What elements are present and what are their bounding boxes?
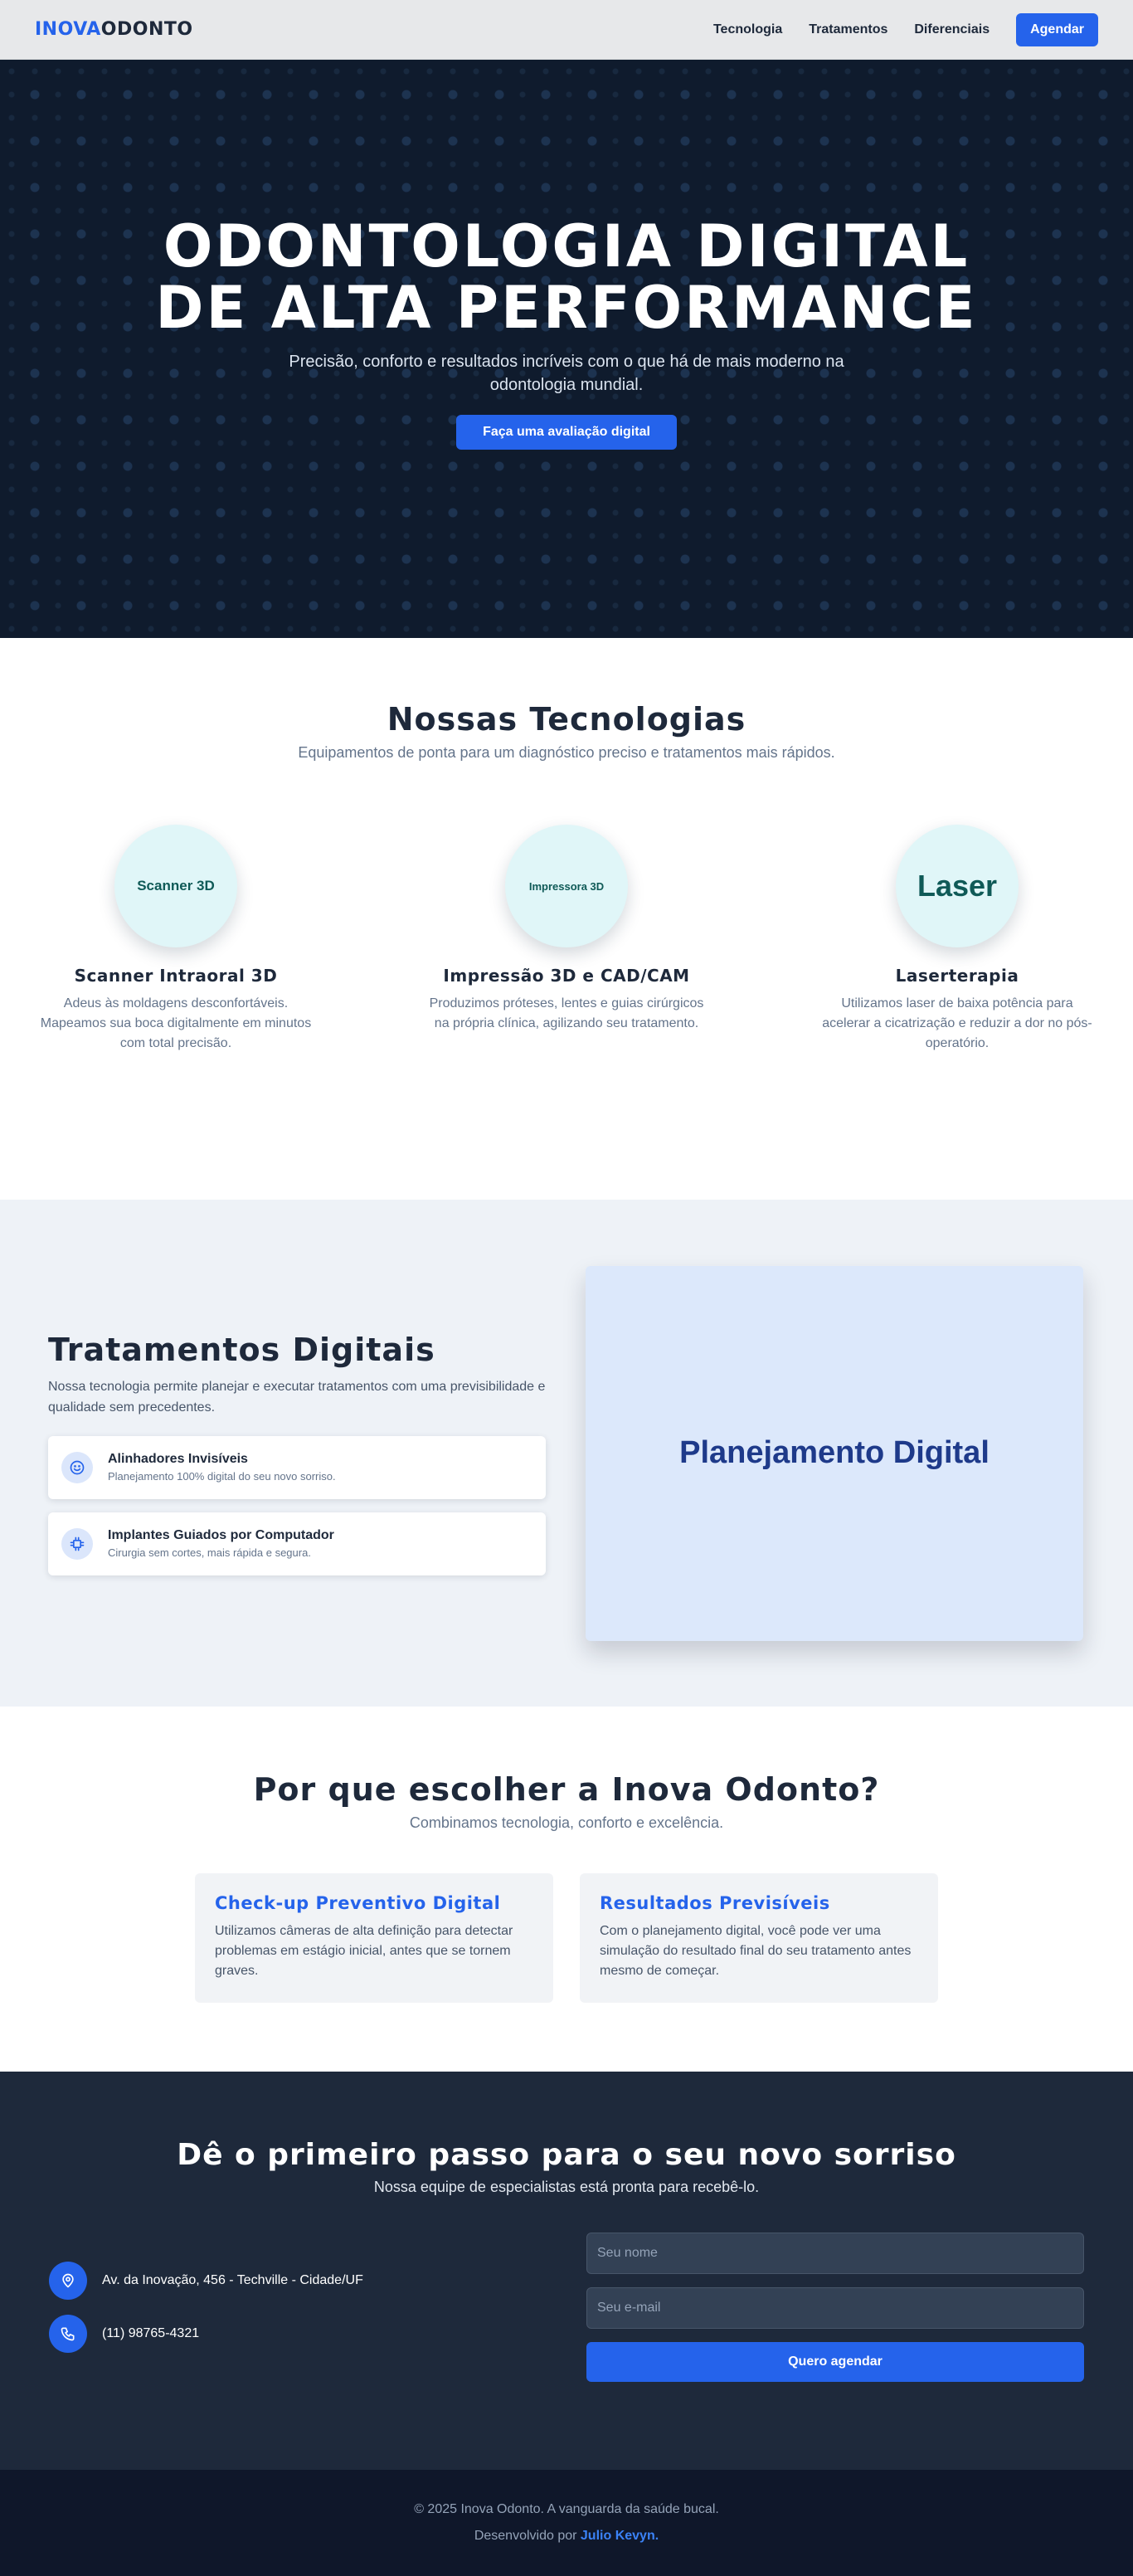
footer-copyright: © 2025 Inova Odonto. A vanguarda da saúd…	[414, 2502, 719, 2516]
contact-grid: Av. da Inovação, 456 - Techville - Cidad…	[0, 2233, 1133, 2382]
nav-link-diferenciais[interactable]: Diferenciais	[914, 22, 990, 37]
tech-item-description: Utilizamos laser de baixa potência para …	[822, 996, 1092, 1050]
contact-title: Dê o primeiro passo para o seu novo sorr…	[177, 2138, 956, 2172]
tech-item-laser: Laser Laserterapia Utilizamos laser de b…	[816, 825, 1098, 1054]
treatment-card-text: Alinhadores Invisíveis Planejamento 100%…	[108, 1452, 336, 1483]
nav-link-tecnologia[interactable]: Tecnologia	[713, 22, 782, 37]
why-choose-subtitle: Combinamos tecnologia, conforto e excelê…	[409, 1814, 724, 1831]
appointment-form: Quero agendar	[586, 2233, 1084, 2382]
contact-info: Av. da Inovação, 456 - Techville - Cidad…	[49, 2233, 547, 2382]
logo-part-odonto: ODONTO	[100, 19, 193, 40]
treatment-card-aligners[interactable]: Alinhadores Invisíveis Planejamento 100%…	[48, 1435, 546, 1499]
treatments-section: Tratamentos Digitais Nossa tecnologia pe…	[0, 1200, 1133, 1707]
why-card-description: Utilizamos câmeras de alta definição par…	[215, 1924, 513, 1978]
treatments-subtitle: Nossa tecnologia permite planejar e exec…	[48, 1379, 546, 1415]
page-footer: © 2025 Inova Odonto. A vanguarda da saúd…	[0, 2470, 1133, 2576]
digital-planning-label: Planejamento Digital	[679, 1435, 990, 1470]
nav-link-tratamentos[interactable]: Tratamentos	[809, 22, 887, 37]
treatment-card-description: Planejamento 100% digital do seu novo so…	[108, 1470, 336, 1483]
nav-links: Tecnologia Tratamentos Diferenciais Agen…	[713, 12, 1098, 46]
developer-credit-prefix: Desenvolvido por	[474, 2529, 581, 2543]
technologies-title: Nossas Tecnologias	[387, 701, 746, 738]
digital-evaluation-button[interactable]: Faça uma avaliação digital	[456, 414, 677, 450]
address-row: Av. da Inovação, 456 - Techville - Cidad…	[49, 2262, 547, 2300]
printer-3d-badge: Impressora 3D	[505, 825, 628, 947]
submit-appointment-button[interactable]: Quero agendar	[586, 2342, 1084, 2382]
why-choose-title: Por que escolher a Inova Odonto?	[253, 1771, 880, 1808]
treatment-card-title: Implantes Guiados por Computador	[108, 1528, 334, 1542]
name-input[interactable]	[586, 2233, 1084, 2274]
treatment-card-description: Cirurgia sem cortes, mais rápida e segur…	[108, 1546, 311, 1559]
treatments-content: Tratamentos Digitais Nossa tecnologia pe…	[48, 1332, 546, 1575]
digital-planning-image: Planejamento Digital	[586, 1265, 1083, 1641]
smile-icon	[61, 1451, 93, 1483]
address-text: Av. da Inovação, 456 - Techville - Cidad…	[102, 2273, 363, 2287]
why-card-checkup: Check-up Preventivo Digital Utilizamos c…	[195, 1873, 553, 2003]
hero-section: ODONTOLOGIA DIGITAL DE ALTA PERFORMANCE …	[0, 60, 1133, 638]
technologies-section: Nossas Tecnologias Equipamentos de ponta…	[0, 638, 1133, 1200]
phone-icon	[49, 2315, 87, 2353]
why-card-title: Resultados Previsíveis	[600, 1893, 830, 1913]
contact-section: Dê o primeiro passo para o seu novo sorr…	[0, 2072, 1133, 2470]
treatments-title: Tratamentos Digitais	[48, 1331, 435, 1368]
why-choose-grid: Check-up Preventivo Digital Utilizamos c…	[0, 1873, 1133, 2003]
tech-item-title: Impressão 3D e CAD/CAM	[443, 966, 690, 986]
technologies-subtitle: Equipamentos de ponta para um diagnóstic…	[298, 744, 835, 761]
technologies-grid: Scanner 3D Scanner Intraoral 3D Adeus às…	[0, 825, 1133, 1054]
treatment-card-text: Implantes Guiados por Computador Cirurgi…	[108, 1528, 334, 1559]
phone-text[interactable]: (11) 98765-4321	[102, 2326, 199, 2341]
tech-item-scanner: Scanner 3D Scanner Intraoral 3D Adeus às…	[35, 825, 317, 1054]
tech-item-description: Produzimos próteses, lentes e guias cirú…	[429, 996, 704, 1030]
treatment-card-implants[interactable]: Implantes Guiados por Computador Cirurgi…	[48, 1512, 546, 1575]
tech-item-title: Scanner Intraoral 3D	[74, 966, 278, 986]
why-card-results: Resultados Previsíveis Com o planejament…	[580, 1873, 938, 2003]
chip-icon	[61, 1527, 93, 1560]
email-input[interactable]	[586, 2287, 1084, 2329]
phone-row: (11) 98765-4321	[49, 2315, 547, 2353]
hero-title: ODONTOLOGIA DIGITAL DE ALTA PERFORMANCE	[155, 212, 978, 342]
tech-item-title: Laserterapia	[895, 966, 1019, 986]
laser-badge: Laser	[896, 825, 1019, 947]
scanner-3d-badge: Scanner 3D	[114, 825, 237, 947]
why-choose-section: Por que escolher a Inova Odonto? Combina…	[0, 1707, 1133, 2072]
logo-part-inova: INOVA	[35, 19, 101, 40]
tech-item-description: Adeus às moldagens desconfortáveis. Mape…	[40, 996, 312, 1050]
top-navbar: INOVAODONTO Tecnologia Tratamentos Difer…	[0, 0, 1133, 60]
why-card-title: Check-up Preventivo Digital	[215, 1893, 501, 1913]
site-logo[interactable]: INOVAODONTO	[35, 19, 193, 40]
treatment-card-title: Alinhadores Invisíveis	[108, 1452, 248, 1466]
tech-item-printer: Impressora 3D Impressão 3D e CAD/CAM Pro…	[425, 825, 708, 1054]
location-pin-icon	[49, 2262, 87, 2300]
developer-link[interactable]: Julio Kevyn.	[581, 2529, 659, 2543]
contact-subtitle: Nossa equipe de especialistas está pront…	[373, 2179, 760, 2195]
why-card-description: Com o planejamento digital, você pode ve…	[600, 1924, 912, 1978]
footer-developer-credit: Desenvolvido por Julio Kevyn.	[474, 2529, 659, 2544]
hero-subtitle: Precisão, conforto e resultados incrívei…	[289, 352, 844, 394]
schedule-button[interactable]: Agendar	[1016, 12, 1098, 46]
